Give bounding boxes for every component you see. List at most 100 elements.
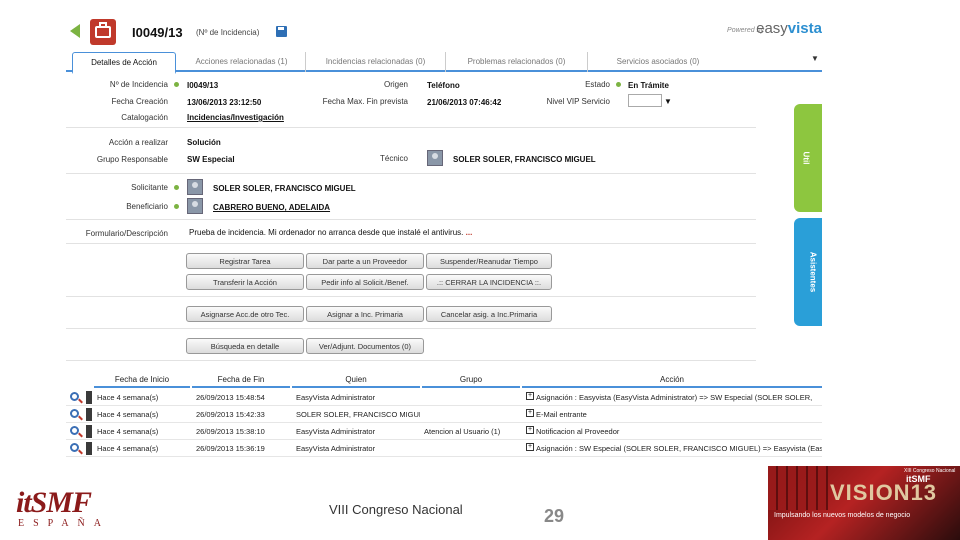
header-bar: I0049/13 (Nº de Incidencia) Powered by e… xyxy=(66,14,822,50)
beneficiario-dot-icon xyxy=(174,204,179,209)
cell-inicio: Hace 4 semana(s) xyxy=(97,444,159,453)
cell-inicio: Hace 4 semana(s) xyxy=(97,410,159,419)
magnifier-icon[interactable] xyxy=(70,409,79,418)
suspender-tiempo-button[interactable]: Suspender/Reanudar Tiempo xyxy=(426,253,552,269)
itsmf-logo: itSMF ESPAÑA xyxy=(16,486,110,529)
tab-detalles[interactable]: Detalles de Acción xyxy=(72,52,176,74)
tab-incidencias[interactable]: Incidencias relacionadas (0) xyxy=(306,52,446,72)
status-bar xyxy=(86,391,92,404)
grupo-label: Grupo Responsable xyxy=(96,155,168,164)
cell-accion: E-Mail entrante xyxy=(536,410,587,419)
cell-quien: EasyVista Administrator xyxy=(296,393,376,402)
dar-parte-proveedor-button[interactable]: Dar parte a un Proveedor xyxy=(306,253,424,269)
estado-label: Estado xyxy=(585,80,610,89)
cell-quien: SOLER SOLER, FRANCISCO MIGUEL xyxy=(296,410,420,419)
tecnico-label: Técnico xyxy=(379,154,408,163)
table-row[interactable]: Hace 4 semana(s) 26/09/2013 15:42:33 SOL… xyxy=(66,406,822,423)
cancelar-asig-button[interactable]: Cancelar asig. a Inc.Primaria xyxy=(426,306,552,322)
divider xyxy=(66,173,756,174)
accion-value: Solución xyxy=(187,138,221,147)
registrar-tarea-button[interactable]: Registrar Tarea xyxy=(186,253,304,269)
magnifier-icon[interactable] xyxy=(70,426,79,435)
save-icon[interactable] xyxy=(276,26,287,37)
cell-fin: 26/09/2013 15:42:33 xyxy=(196,410,265,419)
busqueda-detalle-button[interactable]: Búsqueda en detalle xyxy=(186,338,304,354)
divider xyxy=(66,328,756,329)
tab-servicios[interactable]: Servicios asociados (0) xyxy=(588,52,728,72)
status-bar xyxy=(86,442,92,455)
incidencia-value: I0049/13 xyxy=(187,81,219,90)
formulario-value: Prueba de incidencia. Mi ordenador no ar… xyxy=(189,228,473,237)
beneficiario-link[interactable]: CABRERO BUENO, ADELAIDA xyxy=(213,203,330,212)
status-bar xyxy=(86,408,92,421)
expand-icon[interactable]: + xyxy=(526,392,534,400)
side-tab-util[interactable]: Util xyxy=(794,104,822,212)
cell-fin: 26/09/2013 15:38:10 xyxy=(196,427,265,436)
grupo-value: SW Especial xyxy=(187,155,235,164)
col-fecha-inicio[interactable]: Fecha de Inicio xyxy=(94,371,190,388)
nivel-vip-select[interactable] xyxy=(628,94,662,107)
accion-label: Acción a realizar xyxy=(108,138,168,147)
divider xyxy=(66,360,756,361)
estado-dot-icon xyxy=(616,82,621,87)
congress-caption: VIII Congreso Nacional xyxy=(329,502,463,517)
cell-inicio: Hace 4 semana(s) xyxy=(97,427,159,436)
solicitante-value: SOLER SOLER, FRANCISCO MIGUEL xyxy=(213,184,356,193)
cell-fin: 26/09/2013 15:48:54 xyxy=(196,393,265,402)
magnifier-icon[interactable] xyxy=(70,392,79,401)
side-tab-asistentes[interactable]: Asistentes xyxy=(794,218,822,326)
table-row[interactable]: Hace 4 semana(s) 26/09/2013 15:48:54 Eas… xyxy=(66,389,822,406)
expand-icon[interactable]: + xyxy=(526,426,534,434)
asignar-inc-primaria-button[interactable]: Asignar a Inc. Primaria xyxy=(306,306,424,322)
nivel-vip-label: Nivel VIP Servicio xyxy=(546,97,610,106)
expand-icon[interactable]: + xyxy=(526,443,534,451)
col-quien[interactable]: Quien xyxy=(292,371,420,388)
nivel-vip-arrow-icon[interactable]: ▼ xyxy=(664,97,672,106)
incidencia-label: Nº de Incidencia xyxy=(109,80,168,89)
pedir-info-button[interactable]: Pedir info al Solicit./Benef. xyxy=(306,274,424,290)
divider xyxy=(66,219,756,220)
tecnico-value: SOLER SOLER, FRANCISCO MIGUEL xyxy=(453,155,596,164)
cerrar-incidencia-button[interactable]: .:: CERRAR LA INCIDENCIA ::. xyxy=(426,274,552,290)
tabs-dropdown-icon[interactable]: ▼ xyxy=(808,54,822,68)
formulario-label: Formulario/Descripción xyxy=(85,229,168,238)
fecha-creacion-label: Fecha Creación xyxy=(111,97,168,106)
asignarse-button[interactable]: Asignarse Acc.de otro Tec. xyxy=(186,306,304,322)
tab-acciones[interactable]: Acciones relacionadas (1) xyxy=(178,52,306,72)
tab-bar: Detalles de Acción Acciones relacionadas… xyxy=(66,50,822,74)
cell-accion: Notificacion al Proveedor xyxy=(536,427,620,436)
cell-quien: EasyVista Administrator xyxy=(296,427,376,436)
solicitante-avatar xyxy=(187,179,203,195)
fecha-max-label: Fecha Max. Fin prevista xyxy=(322,97,408,106)
expand-icon[interactable]: + xyxy=(526,409,534,417)
easyvista-logo: easyvista xyxy=(756,20,822,37)
table-row[interactable]: Hace 4 semana(s) 26/09/2013 15:38:10 Eas… xyxy=(66,423,822,440)
catalogacion-link[interactable]: Incidencias/Investigación xyxy=(187,113,284,122)
tab-problemas[interactable]: Problemas relacionados (0) xyxy=(446,52,588,72)
ver-documentos-button[interactable]: Ver/Adjunt. Documentos (0) xyxy=(306,338,424,354)
incident-icon xyxy=(90,19,116,45)
transferir-accion-button[interactable]: Transferir la Acción xyxy=(186,274,304,290)
beneficiario-avatar xyxy=(187,198,203,214)
cell-grupo: Atencion al Usuario (1) xyxy=(424,427,501,436)
col-accion[interactable]: Acción xyxy=(522,371,822,388)
origen-label: Origen xyxy=(383,80,408,89)
ticket-number: I0049/13 xyxy=(132,25,183,40)
table-row[interactable]: Hace 4 semana(s) 26/09/2013 15:36:19 Eas… xyxy=(66,440,822,457)
beneficiario-label: Beneficiario xyxy=(126,202,168,211)
cell-quien: EasyVista Administrator xyxy=(296,444,376,453)
col-grupo[interactable]: Grupo xyxy=(422,371,520,388)
fecha-max-value: 21/06/2013 07:46:42 xyxy=(427,98,502,107)
solicitante-label: Solicitante xyxy=(131,183,168,192)
cell-fin: 26/09/2013 15:36:19 xyxy=(196,444,265,453)
page-number: 29 xyxy=(544,506,565,526)
divider xyxy=(66,243,756,244)
magnifier-icon[interactable] xyxy=(70,443,79,452)
col-fecha-fin[interactable]: Fecha de Fin xyxy=(192,371,290,388)
tecnico-avatar xyxy=(427,150,443,166)
back-arrow-icon[interactable] xyxy=(70,24,80,38)
status-bar xyxy=(86,425,92,438)
description-more-link[interactable]: ... xyxy=(466,228,473,237)
easyvista-window: I0049/13 (Nº de Incidencia) Powered by e… xyxy=(66,14,822,462)
cell-inicio: Hace 4 semana(s) xyxy=(97,393,159,402)
